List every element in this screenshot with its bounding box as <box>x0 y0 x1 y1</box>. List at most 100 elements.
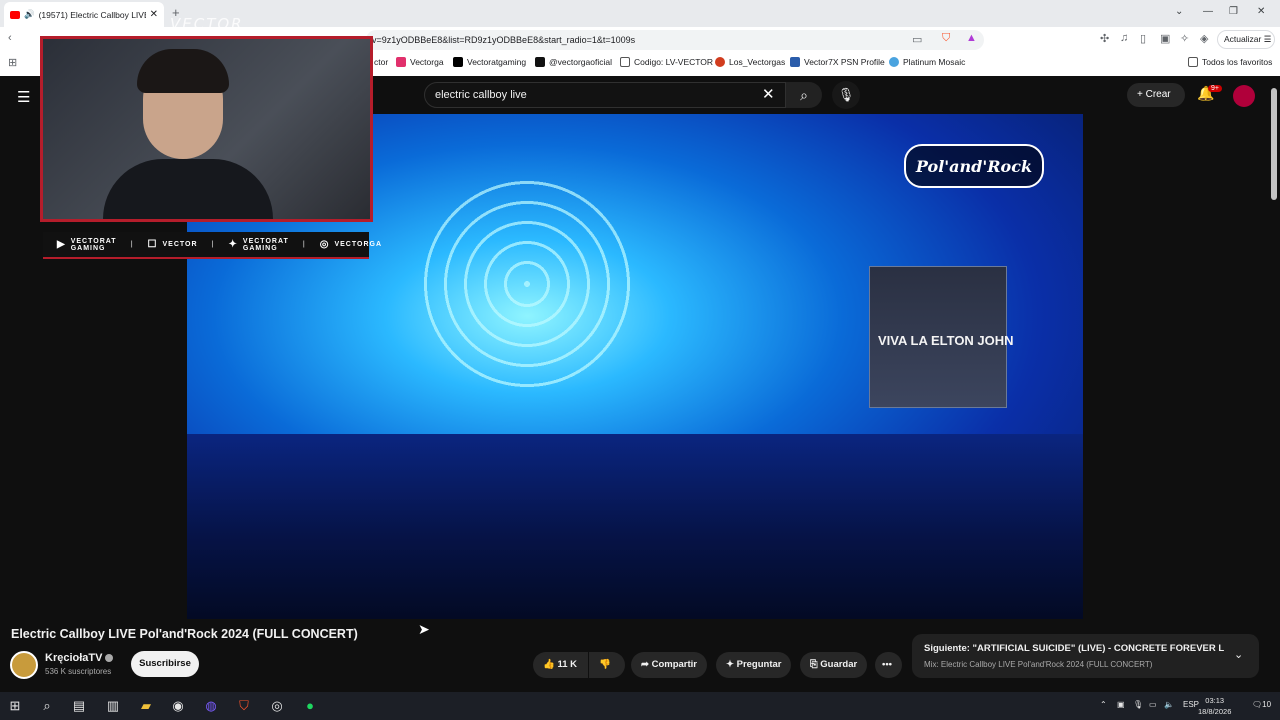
social-bar: ▶ VECTORAT GAMING | ☐ VECTOR | ✦ VECTORAT G… <box>43 232 381 259</box>
brave-rewards-icon[interactable]: ▲ <box>966 32 977 44</box>
x-icon <box>453 57 463 67</box>
task-view-icon[interactable]: ▤ <box>70 697 88 715</box>
clock[interactable]: 03:13 18/8/2026 <box>1198 695 1231 717</box>
share-button[interactable]: ➦ Compartir <box>631 652 708 678</box>
spotify-icon[interactable]: ● <box>301 697 319 715</box>
streamer-body <box>103 159 273 219</box>
tray-icon[interactable]: ▣ <box>1117 700 1125 709</box>
webcam-overlay <box>40 36 373 222</box>
channel-name[interactable]: KręciołaTV <box>45 652 114 664</box>
stage-screen-text: VIVA LA ELTON JOHN <box>878 333 1014 348</box>
obs-icon[interactable]: ◎ <box>268 697 286 715</box>
apps-grid-icon[interactable]: ⊞ <box>8 56 17 69</box>
tray-chevron-icon[interactable]: ⌃ <box>1100 700 1107 709</box>
close-tab-icon[interactable]: ✕ <box>150 9 158 20</box>
tiktok-icon <box>535 57 545 67</box>
notification-center-icon[interactable]: 🗨10 <box>1252 700 1271 709</box>
back-icon[interactable]: ‹ <box>8 32 12 44</box>
mic-tray-icon[interactable]: 🎙 <box>1133 700 1143 709</box>
language-indicator[interactable]: ESP <box>1183 700 1199 709</box>
stage-screen: VIVA LA ELTON JOHN <box>869 266 1014 408</box>
like-button[interactable]: 👍 11 K <box>533 652 588 678</box>
webcam-title: VECTOR <box>170 15 244 33</box>
dislike-button[interactable]: 👎 <box>589 652 625 678</box>
speaker-icon: 🔊 <box>24 9 35 19</box>
file-explorer-icon[interactable]: ▰ <box>137 697 155 715</box>
mosaic-icon <box>889 57 899 67</box>
verified-icon <box>105 654 114 663</box>
search-input[interactable]: electric callboy live <box>424 82 786 108</box>
youtube-icon: ▶ <box>57 239 66 250</box>
subscribe-button[interactable]: Suscribirse <box>131 651 199 677</box>
app-icon[interactable]: ▥ <box>104 697 122 715</box>
youtube-favicon-icon <box>10 10 20 19</box>
save-button[interactable]: ⎘ Guardar <box>800 652 868 678</box>
brave-shield-icon[interactable]: ⛉ <box>942 32 950 45</box>
close-window-icon[interactable]: ✕ <box>1257 6 1265 17</box>
streamer-hair <box>137 49 229 93</box>
page-scrollbar[interactable] <box>1271 88 1277 200</box>
browser-tab[interactable]: 🔊 (19571) Electric Callboy LIVE P... ✕ <box>4 2 164 27</box>
folder-icon <box>1188 57 1198 67</box>
tab-search-chevron-icon[interactable]: ⌄ <box>1175 6 1183 17</box>
search-button[interactable]: ⌕ <box>786 82 822 108</box>
social-item: ☐ VECTOR <box>147 239 198 250</box>
social-item: ◎ VECTORGA <box>319 239 383 250</box>
brave-icon[interactable]: ⛉ <box>235 697 253 715</box>
separator: | <box>211 241 215 248</box>
mouse-cursor-icon: ➤ <box>418 621 430 637</box>
bookmark-item[interactable]: Los_Vectorgas <box>715 57 785 67</box>
account-avatar[interactable] <box>1233 85 1255 107</box>
music-icon[interactable]: ♫ <box>1120 32 1128 44</box>
update-button[interactable]: Actualizar ☰ <box>1217 30 1275 49</box>
extensions-icon[interactable]: ✣ <box>1100 32 1109 45</box>
mix-subtitle: Mix: Electric Callboy LIVE Pol'and'Rock … <box>924 660 1153 669</box>
stage-lights <box>417 174 637 394</box>
bookmark-item[interactable]: @vectorgaoficial <box>535 57 612 67</box>
bookmark-item[interactable]: Vector7X PSN Profile <box>790 57 885 67</box>
video-title: Electric Callboy LIVE Pol'and'Rock 2024 … <box>11 627 358 641</box>
update-label: Actualizar <box>1224 34 1262 44</box>
minimize-icon[interactable]: — <box>1203 6 1213 17</box>
social-item: ✦ VECTORAT GAMING <box>228 237 289 252</box>
cast-icon[interactable]: ▭ <box>912 33 922 46</box>
bookmark-item[interactable]: Codigo: LV-VECTOR <box>620 57 713 67</box>
clear-search-icon[interactable]: ✕ <box>762 85 775 103</box>
all-favorites[interactable]: Todos los favoritos <box>1188 57 1272 67</box>
festival-logo: Pol'and'Rock <box>904 144 1044 188</box>
address-bar[interactable]: v=9z1yODBBeE8&list=RD9z1yODBBeE8&start_r… <box>366 30 984 50</box>
tab-title: (19571) Electric Callboy LIVE P... <box>38 9 146 20</box>
bookmark-icon: ⎘ <box>810 659 818 670</box>
taskbar-search-icon[interactable]: ⌕ <box>38 697 56 715</box>
channel-avatar[interactable] <box>10 651 38 679</box>
restore-icon[interactable]: ❐ <box>1229 6 1238 17</box>
create-button[interactable]: + Crear <box>1127 83 1185 107</box>
wallet-icon[interactable]: ▣ <box>1160 32 1170 45</box>
search-icon: ⌕ <box>800 87 808 103</box>
menu-icon[interactable]: ☰ <box>17 88 30 106</box>
steam-icon[interactable]: ◉ <box>169 697 187 715</box>
twitter-icon: ✦ <box>228 239 238 250</box>
vpn-icon[interactable]: ◈ <box>1200 32 1208 45</box>
ask-button[interactable]: ✦ Preguntar <box>716 652 792 678</box>
twitch-icon: ☐ <box>147 239 158 250</box>
voice-search-button[interactable]: 🎙 <box>832 81 860 109</box>
more-actions-button[interactable]: ••• <box>875 652 902 678</box>
volume-icon[interactable]: 🔈 <box>1164 700 1174 709</box>
reddit-icon <box>715 57 725 67</box>
microphone-icon: 🎙 <box>837 87 855 102</box>
thumbs-down-icon: 👎 <box>599 659 611 670</box>
chevron-down-icon[interactable]: ⌄ <box>1234 648 1243 661</box>
network-icon[interactable]: ▭ <box>1149 700 1157 709</box>
separator: | <box>302 241 306 248</box>
bookmark-item[interactable]: Platinum Mosaic <box>889 57 965 67</box>
windows-start-icon[interactable]: ⊞ <box>6 697 24 715</box>
bookmark-item[interactable]: Vectoratgaming <box>453 57 526 67</box>
share-icon: ➦ <box>641 659 649 670</box>
discord-icon[interactable]: ◍ <box>202 697 220 715</box>
leo-icon[interactable]: ✧ <box>1180 32 1189 45</box>
bookmark-item[interactable]: ctor <box>374 57 388 67</box>
sidebar-icon[interactable]: ▯ <box>1140 32 1146 45</box>
bookmark-item[interactable]: Vectorga <box>396 57 444 67</box>
next-video-card[interactable]: Siguiente: "ARTIFICIAL SUICIDE" (LIVE) -… <box>912 634 1259 678</box>
